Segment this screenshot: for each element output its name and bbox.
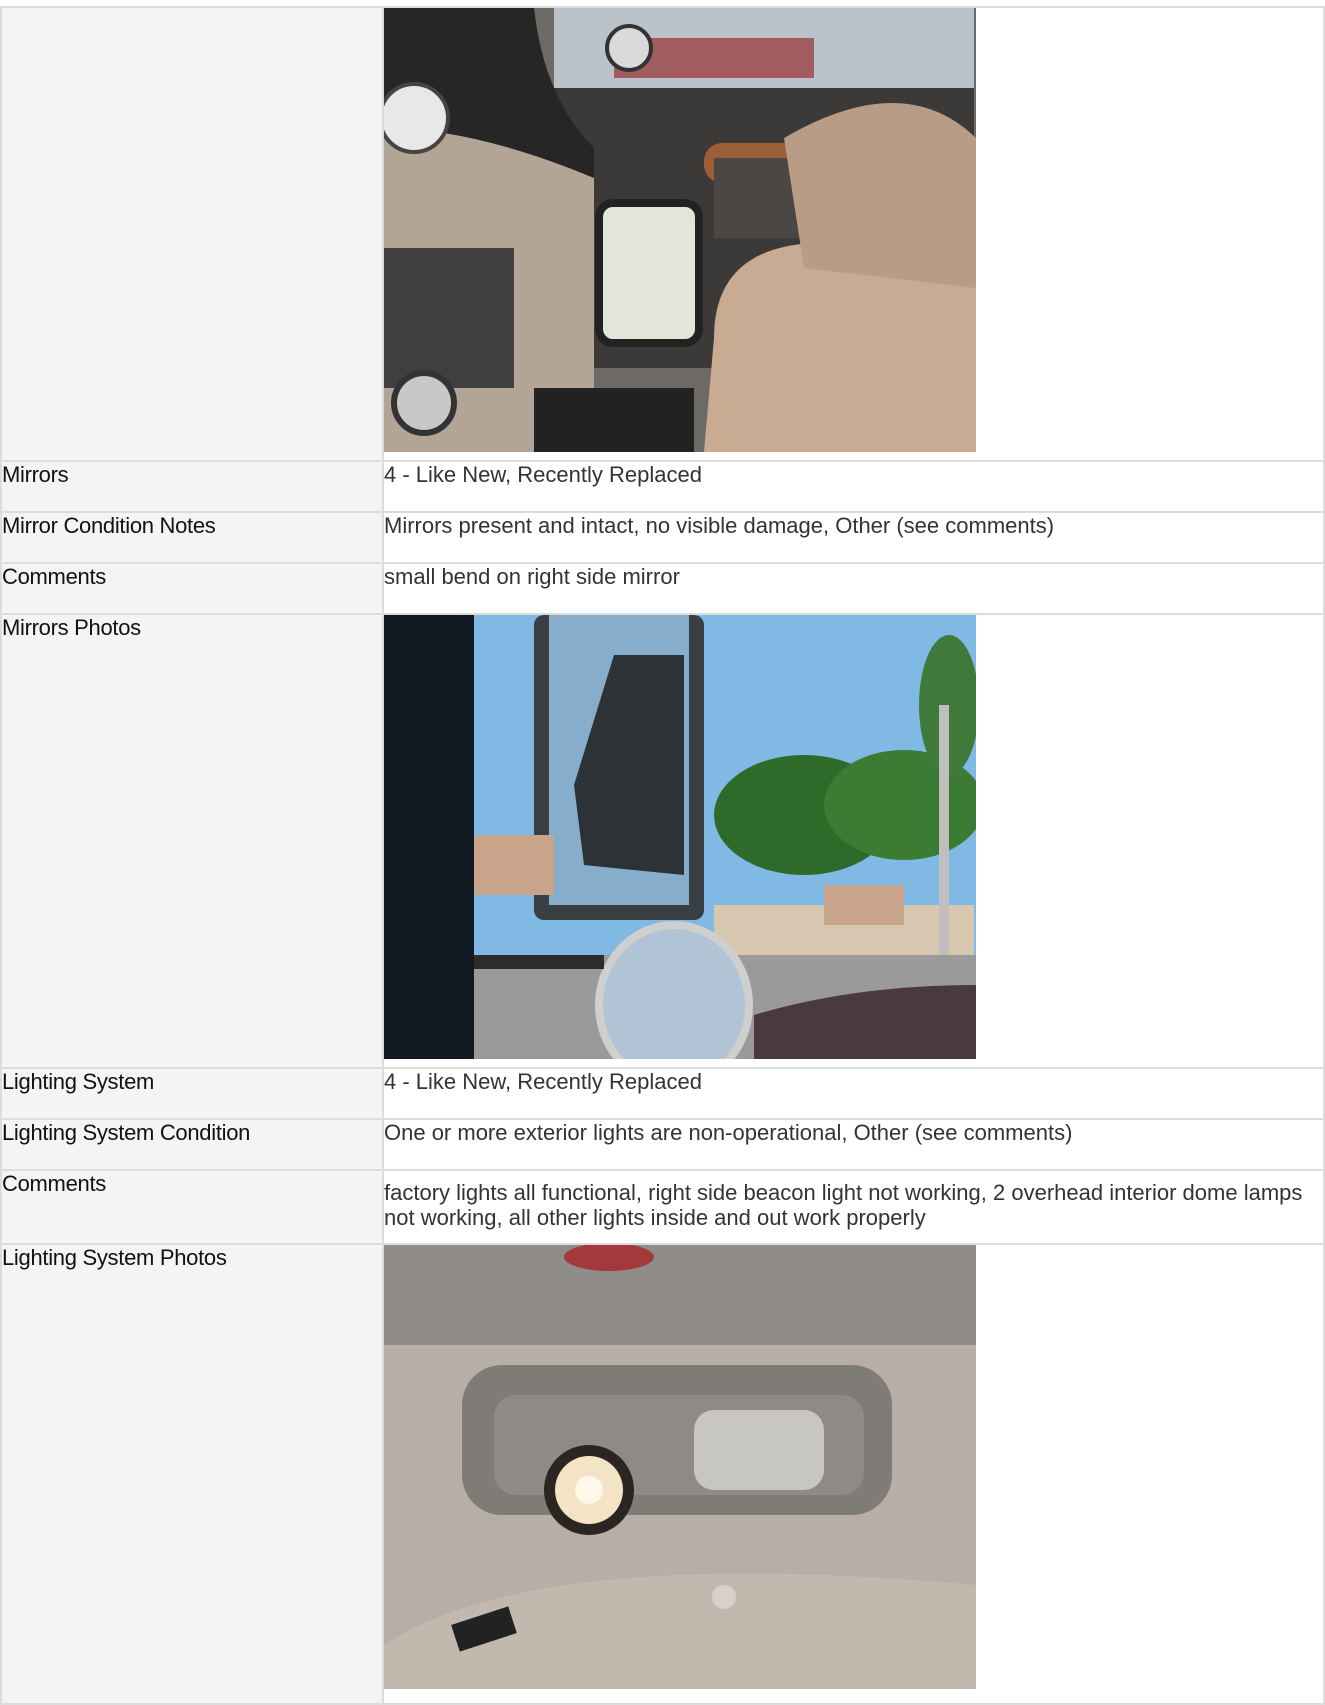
table-row: Mirrors 4 - Like New, Recently Replaced [0,460,1325,513]
row-label: Lighting System [0,1067,384,1120]
table-row: Comments small bend on right side mirror [0,562,1325,615]
row-value: 4 - Like New, Recently Replaced [382,1067,1325,1120]
row-label: Comments [0,1169,384,1245]
table-row: Lighting System Photos [0,1243,1325,1705]
table-row: Comments factory lights all functional, … [0,1169,1325,1245]
side-mirror-photo[interactable] [384,615,976,1059]
table-row: Mirror Condition Notes Mirrors present a… [0,511,1325,564]
row-label: Lighting System Photos [0,1243,384,1705]
inspection-table: Mirrors 4 - Like New, Recently Replaced … [0,6,1325,1705]
row-value: factory lights all functional, right sid… [382,1169,1325,1245]
row-label: Mirrors [0,460,384,513]
row-label [0,6,384,462]
table-row [0,6,1325,462]
row-value: Mirrors present and intact, no visible d… [382,511,1325,564]
row-value: 4 - Like New, Recently Replaced [382,460,1325,513]
row-label: Comments [0,562,384,615]
row-label: Mirror Condition Notes [0,511,384,564]
photo-cell [382,1243,1325,1705]
photo-cell [382,613,1325,1069]
row-label: Lighting System Condition [0,1118,384,1171]
row-label: Mirrors Photos [0,613,384,1069]
cab-interior-photo[interactable] [384,8,976,452]
table-row: Lighting System 4 - Like New, Recently R… [0,1067,1325,1120]
table-row: Mirrors Photos [0,613,1325,1069]
row-value: small bend on right side mirror [382,562,1325,615]
dome-light-photo[interactable] [384,1245,976,1689]
table-row: Lighting System Condition One or more ex… [0,1118,1325,1171]
photo-cell [382,6,1325,462]
row-value: One or more exterior lights are non-oper… [382,1118,1325,1171]
